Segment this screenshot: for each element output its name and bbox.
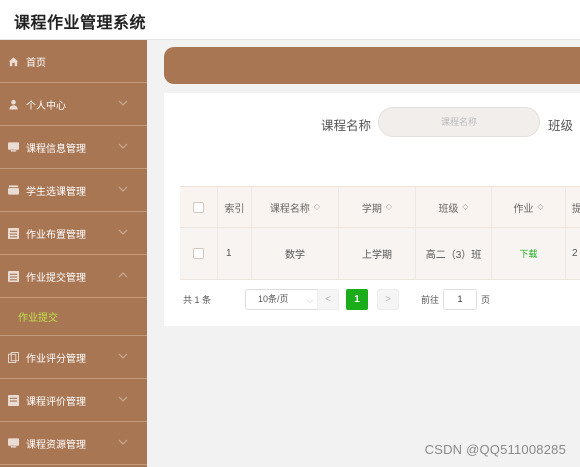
column-header-index[interactable]: 索引: [218, 187, 252, 227]
course-name-input[interactable]: 课程名称: [378, 107, 540, 137]
sort-icon[interactable]: ◇: [462, 203, 468, 211]
column-header-semester[interactable]: 学期 ◇: [339, 187, 416, 227]
main-card: 课程名称 课程名称 班级 索引 课程名称◇ 学期◇ 班级◇ 作业◇ 提: [164, 93, 580, 326]
home-icon: [7, 55, 20, 67]
sidebar: 首页 个人中心 课程信息管理 学生选课管理 作业布置管理 作业提交管理 作业提交…: [0, 40, 147, 467]
cell-semester: 上学期: [339, 228, 416, 279]
sidebar-item-course-evaluation[interactable]: 课程评价管理: [0, 379, 147, 422]
sort-icon[interactable]: ◇: [537, 203, 543, 211]
cell-index: 1: [218, 228, 252, 279]
watermark: CSDN @QQ511008285: [424, 442, 566, 457]
data-table: 索引 课程名称 ◇ 学期 ◇ 班级 ◇ 作业 ◇ 提 1 数学 上学期 高二（3…: [180, 186, 580, 280]
copy-icon: [7, 351, 20, 363]
sidebar-item-label: 个人中心: [26, 100, 66, 112]
column-header-course-name[interactable]: 课程名称 ◇: [252, 187, 339, 227]
cell-homework: 下载: [492, 228, 566, 279]
page-size-select[interactable]: 10条/页 ⌵: [245, 289, 320, 310]
sidebar-item-label: 作业布置管理: [26, 229, 86, 241]
download-link[interactable]: 下载: [519, 247, 537, 260]
column-header-class[interactable]: 班级 ◇: [416, 187, 492, 227]
table-header: 索引 课程名称 ◇ 学期 ◇ 班级 ◇ 作业 ◇ 提: [180, 186, 580, 228]
cell-class: 高二（3）班: [416, 228, 492, 279]
pagination: 共 1 条 10条/页 ⌵ < 1 > 前往 1 页: [183, 289, 563, 311]
sort-icon[interactable]: ◇: [314, 203, 320, 211]
sidebar-item-label: 作业提交管理: [26, 272, 86, 284]
cell-course-name: 数学: [252, 228, 339, 279]
current-page[interactable]: 1: [346, 289, 368, 310]
sidebar-item-course-info[interactable]: 课程信息管理: [0, 126, 147, 169]
select-all-checkbox[interactable]: [193, 201, 204, 213]
chevron-down-icon: [118, 229, 128, 235]
sidebar-item-home[interactable]: 首页: [0, 40, 147, 83]
chevron-down-icon: [118, 100, 128, 106]
table-row[interactable]: 1 数学 上学期 高二（3）班 下载 2: [180, 228, 580, 280]
grid-icon: [7, 227, 20, 239]
sidebar-item-homework-grading[interactable]: 作业评分管理: [0, 336, 147, 379]
user-icon: [7, 98, 20, 110]
chevron-down-icon: [118, 186, 128, 192]
list-icon: [7, 141, 20, 153]
row-checkbox[interactable]: [193, 248, 204, 259]
app-title: 课程作业管理系统: [14, 15, 147, 32]
submenu-item-homework-submit[interactable]: 作业提交: [0, 298, 147, 336]
header-bar: 课程作业管理系统: [0, 0, 580, 40]
sidebar-item-course-resources[interactable]: 课程资源管理: [0, 422, 147, 465]
chevron-down-icon: ⌵: [306, 296, 313, 305]
sidebar-item-homework-submit[interactable]: 作业提交管理: [0, 255, 147, 298]
grid-icon: [7, 270, 20, 282]
sidebar-item-label: 学生选课管理: [26, 186, 86, 198]
sidebar-item-personal-center[interactable]: 个人中心: [0, 83, 147, 126]
class-label: 班级: [548, 119, 574, 133]
grid-icon: [7, 394, 20, 406]
total-count: 共 1 条: [183, 295, 212, 305]
goto-page-input[interactable]: 1: [443, 289, 477, 310]
goto-label: 前往: [421, 295, 440, 305]
sidebar-item-student-course-selection[interactable]: 学生选课管理: [0, 169, 147, 212]
sidebar-item-label: 课程信息管理: [26, 143, 86, 155]
sidebar-item-label: 课程评价管理: [26, 396, 86, 408]
sort-icon[interactable]: ◇: [386, 203, 392, 211]
cell-submit: 2: [572, 248, 578, 259]
sidebar-item-label: 作业评分管理: [26, 353, 86, 365]
course-name-label: 课程名称: [321, 119, 372, 133]
list-icon: [7, 437, 20, 449]
chevron-down-icon: [118, 353, 128, 359]
sidebar-item-label: 首页: [26, 57, 46, 69]
prev-page-button[interactable]: <: [317, 289, 339, 310]
column-header-homework[interactable]: 作业 ◇: [492, 187, 566, 227]
column-header-submit[interactable]: 提: [566, 187, 580, 227]
list-icon: [7, 184, 20, 196]
chevron-down-icon: [118, 396, 128, 402]
sidebar-item-homework-assign[interactable]: 作业布置管理: [0, 212, 147, 255]
page-banner: [164, 47, 580, 84]
header-checkbox-cell: [180, 187, 218, 227]
goto-unit: 页: [481, 295, 491, 305]
chevron-up-icon: [118, 272, 128, 278]
sidebar-item-label: 课程资源管理: [26, 439, 86, 451]
row-checkbox-cell: [180, 228, 218, 279]
chevron-down-icon: [118, 143, 128, 149]
next-page-button[interactable]: >: [377, 289, 399, 310]
chevron-down-icon: [118, 439, 128, 445]
